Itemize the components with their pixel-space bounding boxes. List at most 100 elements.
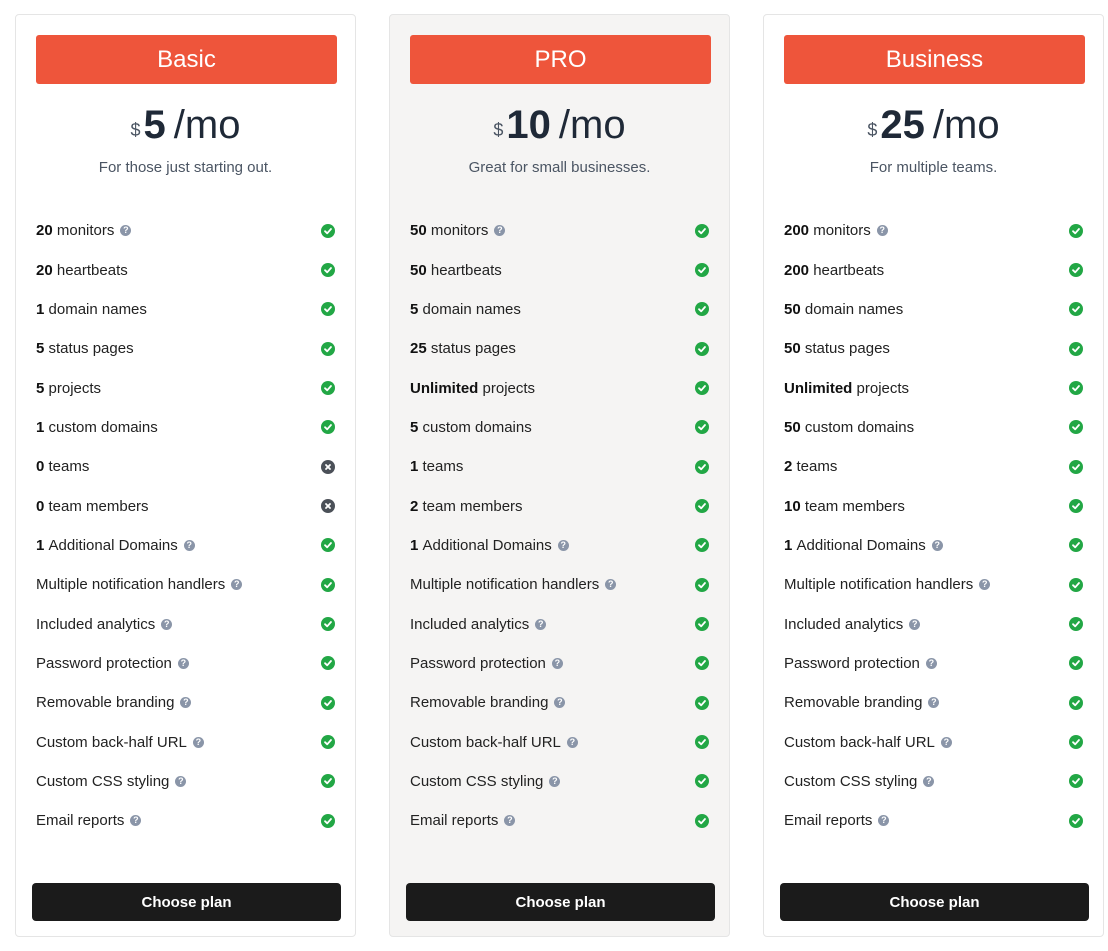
- feature-label: teams: [422, 458, 464, 476]
- feature-label: domain names: [804, 300, 904, 318]
- feature-text: 1 Additional Domains?: [410, 537, 569, 554]
- feature-item: 1 teams: [410, 447, 711, 486]
- question-circle-icon[interactable]: ?: [130, 815, 142, 827]
- feature-value: 20: [36, 261, 53, 279]
- feature-label: team members: [48, 497, 149, 515]
- check-circle-icon: [1069, 459, 1083, 474]
- feature-text: 1 Additional Domains?: [36, 537, 195, 554]
- question-circle-icon[interactable]: ?: [551, 657, 563, 669]
- feature-label: Additional Domains: [48, 536, 178, 554]
- feature-item: Included analytics?: [410, 604, 711, 643]
- check-circle-icon: [321, 223, 335, 238]
- feature-text: Custom back-half URL?: [36, 734, 204, 751]
- feature-item: 50 domain names: [784, 290, 1085, 329]
- choose-plan-button[interactable]: Choose plan: [780, 883, 1089, 921]
- feature-value: 50: [784, 340, 801, 358]
- feature-value: 50: [410, 261, 427, 279]
- check-circle-icon: [1069, 499, 1083, 514]
- question-circle-icon[interactable]: ?: [925, 657, 937, 669]
- check-circle-icon: [321, 420, 335, 435]
- question-circle-icon[interactable]: ?: [923, 775, 935, 787]
- feature-item: 5 status pages: [36, 329, 337, 368]
- question-circle-icon[interactable]: ?: [535, 618, 547, 630]
- question-circle-icon[interactable]: ?: [161, 618, 173, 630]
- question-circle-icon[interactable]: ?: [878, 815, 890, 827]
- feature-item: 1 custom domains: [36, 408, 337, 447]
- feature-text: 50 domain names: [784, 301, 903, 318]
- question-circle-icon[interactable]: ?: [177, 657, 189, 669]
- check-circle-icon: [1069, 263, 1083, 278]
- feature-text: 20 heartbeats: [36, 262, 128, 279]
- plan-tagline: Great for small businesses.: [468, 159, 651, 176]
- question-circle-icon[interactable]: ?: [231, 579, 243, 591]
- feature-text: 20 monitors?: [36, 222, 132, 240]
- question-circle-icon[interactable]: ?: [494, 225, 506, 237]
- check-circle-icon: [695, 459, 709, 474]
- feature-label: Additional Domains: [422, 536, 552, 554]
- feature-text: 50 status pages: [784, 340, 890, 357]
- feature-text: 5 domain names: [410, 301, 521, 318]
- question-circle-icon[interactable]: ?: [192, 736, 204, 748]
- question-circle-icon[interactable]: ?: [566, 736, 578, 748]
- feature-label: heartbeats: [56, 261, 128, 279]
- question-circle-icon[interactable]: ?: [605, 579, 617, 591]
- choose-plan-button[interactable]: Choose plan: [32, 883, 341, 921]
- feature-item: Password protection?: [784, 644, 1085, 683]
- feature-item: Multiple notification handlers?: [36, 565, 337, 604]
- feature-label: teams: [48, 458, 90, 476]
- feature-text: Included analytics?: [410, 616, 547, 633]
- question-circle-icon[interactable]: ?: [175, 775, 187, 787]
- question-circle-icon[interactable]: ?: [928, 697, 940, 709]
- feature-item: 0 team members: [36, 486, 337, 525]
- feature-item: 25 status pages: [410, 329, 711, 368]
- choose-plan-button[interactable]: Choose plan: [406, 883, 715, 921]
- question-circle-icon[interactable]: ?: [504, 815, 516, 827]
- question-circle-icon[interactable]: ?: [554, 697, 566, 709]
- feature-item: Custom back-half URL?: [784, 722, 1085, 761]
- feature-value: 20: [36, 222, 53, 240]
- price-period: /mo: [558, 103, 626, 147]
- question-circle-icon[interactable]: ?: [909, 618, 921, 630]
- question-circle-icon[interactable]: ?: [120, 225, 132, 237]
- check-circle-icon: [1069, 223, 1083, 238]
- feature-item: 0 teams: [36, 447, 337, 486]
- feature-label: team members: [422, 497, 523, 515]
- feature-label: Custom CSS styling: [784, 772, 918, 790]
- feature-value: Unlimited: [410, 379, 479, 397]
- question-circle-icon[interactable]: ?: [876, 225, 888, 237]
- feature-item: 50 custom domains: [784, 408, 1085, 447]
- feature-item: 5 domain names: [410, 290, 711, 329]
- feature-text: Email reports?: [36, 812, 142, 829]
- feature-label: Email reports: [784, 812, 873, 830]
- feature-label: Custom back-half URL: [36, 733, 187, 751]
- check-circle-icon: [321, 813, 335, 828]
- check-circle-icon: [695, 735, 709, 750]
- question-circle-icon[interactable]: ?: [183, 539, 195, 551]
- feature-label: domain names: [422, 300, 521, 318]
- feature-item: Custom back-half URL?: [410, 722, 711, 761]
- question-circle-icon[interactable]: ?: [557, 539, 569, 551]
- check-circle-icon: [321, 774, 335, 789]
- feature-text: Custom back-half URL?: [784, 734, 952, 751]
- check-circle-icon: [321, 617, 335, 632]
- question-circle-icon[interactable]: ?: [940, 736, 952, 748]
- question-circle-icon[interactable]: ?: [931, 539, 943, 551]
- feature-value: 1: [784, 536, 793, 554]
- plan-name: PRO: [410, 35, 711, 84]
- feature-text: Email reports?: [410, 812, 516, 829]
- feature-item: Custom CSS styling?: [784, 762, 1085, 801]
- question-circle-icon[interactable]: ?: [979, 579, 991, 591]
- check-circle-icon: [695, 774, 709, 789]
- check-circle-icon: [1069, 735, 1083, 750]
- check-circle-icon: [1069, 341, 1083, 356]
- plan-price: $5/mo: [16, 103, 355, 148]
- feature-text: Password protection?: [36, 655, 189, 672]
- question-circle-icon[interactable]: ?: [180, 697, 192, 709]
- feature-value: 1: [410, 458, 419, 476]
- feature-text: 0 teams: [36, 458, 89, 475]
- feature-label: custom domains: [48, 418, 158, 436]
- check-circle-icon: [321, 302, 335, 317]
- question-circle-icon[interactable]: ?: [549, 775, 561, 787]
- check-circle-icon: [1069, 302, 1083, 317]
- feature-item: Multiple notification handlers?: [784, 565, 1085, 604]
